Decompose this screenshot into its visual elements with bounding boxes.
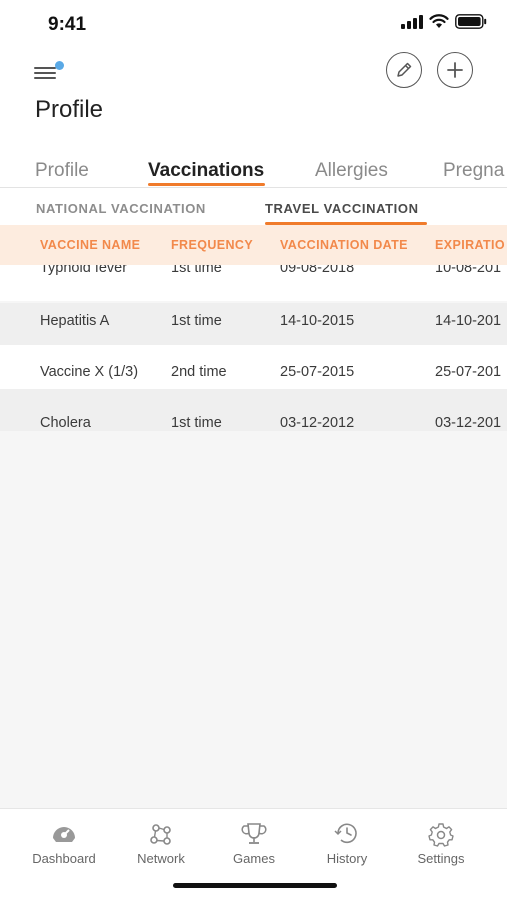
column-header-frequency[interactable]: FREQUENCY [171,238,253,252]
cell-frequency: 1st time [171,415,222,431]
wifi-icon [429,14,449,28]
add-button[interactable] [437,52,473,88]
menu-icon-line [34,77,56,79]
cell-frequency: 1st time [171,313,222,329]
table-row[interactable]: Hepatitis A 1st time 14-10-2015 14-10-20… [0,303,507,345]
dashboard-icon [53,827,75,842]
cell-expiration-date: 25-07-201 [435,364,502,380]
status-icons [401,14,487,29]
cell-vaccination-date: 09-08-2018 [280,265,355,276]
active-tab-indicator [148,183,265,186]
plus-icon [447,62,463,78]
cell-vaccine-name: Vaccine X (1/3) [40,364,139,380]
cell-expiration-date: 03-12-201 [435,415,502,431]
signal-icon [401,14,423,29]
nav-games[interactable]: Games [209,821,299,866]
nav-network[interactable]: Network [116,821,206,866]
tab-allergies[interactable]: Allergies [315,160,388,182]
nav-settings-label: Settings [417,851,465,866]
subtab-national-vaccination[interactable]: NATIONAL VACCINATION [36,201,206,216]
pencil-icon [397,62,412,77]
battery-icon [455,14,487,29]
column-header-expiration[interactable]: EXPIRATIO [435,238,505,252]
cell-expiration-date: 14-10-201 [435,313,502,329]
nav-dashboard-label: Dashboard [32,851,96,866]
bottom-navigation: Dashboard Network Games History Settings [0,808,507,900]
subtab-travel-vaccination[interactable]: TRAVEL VACCINATION [265,201,419,216]
menu-button[interactable] [34,60,64,84]
cell-vaccination-date: 14-10-2015 [280,313,355,329]
profile-tabs: Profile Vaccinations Allergies Pregna [35,160,507,188]
table-header: VACCINE NAME FREQUENCY VACCINATION DATE … [0,225,507,265]
cell-expiration-date: 10-08-201 [435,265,502,276]
tab-pregnancy[interactable]: Pregna [443,160,504,182]
cell-vaccination-date: 25-07-2015 [280,364,355,380]
table-row[interactable]: Vaccine X (1/3) 2nd time 25-07-2015 25-0… [0,345,507,389]
trophy-icon [241,823,267,844]
nav-games-label: Games [233,851,275,866]
history-icon [334,823,357,844]
menu-icon [34,67,56,69]
gear-icon [428,823,454,847]
cell-vaccine-name: Typhoid fever [40,265,128,276]
status-bar: 9:41 [0,0,507,50]
cell-frequency: 2nd time [171,364,227,380]
network-icon [150,824,171,845]
column-header-vaccination-date[interactable]: VACCINATION DATE [280,238,408,252]
nav-dashboard[interactable]: Dashboard [19,821,109,866]
nav-network-label: Network [137,851,185,866]
status-time: 9:41 [48,14,87,35]
cell-vaccine-name: Cholera [40,415,91,431]
menu-icon-line [34,72,56,74]
table-row[interactable]: Cholera 1st time 03-12-2012 03-12-201 [0,389,507,431]
cell-frequency: 1st time [171,265,222,276]
vaccination-subtabs: NATIONAL VACCINATION TRAVEL VACCINATION [0,188,507,225]
tab-profile[interactable]: Profile [35,160,89,182]
nav-history[interactable]: History [302,821,392,866]
page-title: Profile [35,96,104,123]
tab-vaccinations[interactable]: Vaccinations [148,160,264,182]
notification-dot [55,61,64,70]
edit-button[interactable] [386,52,422,88]
nav-settings[interactable]: Settings [396,821,486,866]
cell-vaccine-name: Hepatitis A [40,313,110,329]
table-row[interactable]: Typhoid fever 1st time 09-08-2018 10-08-… [0,265,507,301]
column-header-vaccine-name[interactable]: VACCINE NAME [40,238,140,252]
cell-vaccination-date: 03-12-2012 [280,415,355,431]
vaccination-table: Typhoid fever 1st time 09-08-2018 10-08-… [0,265,507,431]
nav-history-label: History [326,851,368,866]
home-indicator [173,883,337,888]
